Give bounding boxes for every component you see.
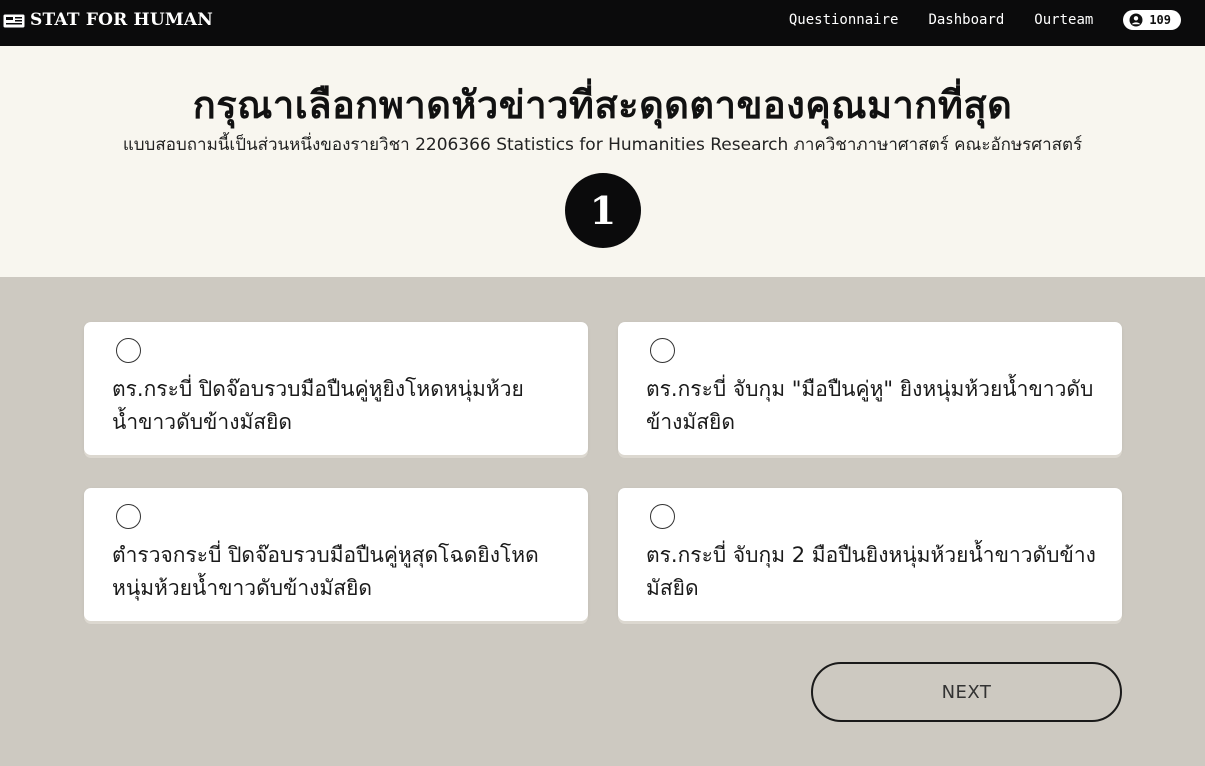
navbar: STAT FOR HUMAN Questionnaire Dashboard O…	[0, 0, 1205, 46]
page-title: กรุณาเลือกพาดหัวข่าวที่สะดุดตาของคุณมากท…	[192, 82, 1013, 127]
option-text-1: ตร.กระบี่ ปิดจ๊อบรวบมือปืนคู่หูยิงโหดหนุ…	[112, 377, 524, 434]
option-card-1[interactable]: ตร.กระบี่ ปิดจ๊อบรวบมือปืนคู่หูยิงโหดหนุ…	[84, 322, 588, 455]
user-circle-icon	[1129, 13, 1143, 27]
question-number-badge: 1	[565, 173, 641, 248]
brand-name: STAT FOR HUMAN	[30, 10, 213, 30]
page-subtitle: แบบสอบถามนี้เป็นส่วนหนึ่งของรายวิชา 2206…	[122, 135, 1083, 155]
option-radio-3[interactable]	[116, 504, 141, 529]
next-button[interactable]: NEXT	[811, 662, 1122, 722]
option-card-2[interactable]: ตร.กระบี่ จับกุม "มือปืนคู่หู" ยิงหนุ่มห…	[618, 322, 1122, 455]
visitor-count: 109	[1149, 13, 1171, 27]
option-text-4: ตร.กระบี่ จับกุม 2 มือปืนยิงหนุ่มห้วยน้ำ…	[646, 543, 1096, 600]
nav-link-ourteam[interactable]: Ourteam	[1034, 12, 1093, 28]
nav-links: Questionnaire Dashboard Ourteam 109	[759, 9, 1181, 31]
question-header: กรุณาเลือกพาดหัวข่าวที่สะดุดตาของคุณมากท…	[0, 46, 1205, 277]
option-radio-1[interactable]	[116, 338, 141, 363]
nav-link-questionnaire[interactable]: Questionnaire	[789, 12, 899, 28]
nav-link-dashboard[interactable]: Dashboard	[928, 12, 1004, 28]
option-radio-2[interactable]	[650, 338, 675, 363]
brand-link[interactable]: STAT FOR HUMAN	[3, 8, 213, 32]
option-card-3[interactable]: ตำรวจกระบี่ ปิดจ๊อบรวบมือปืนคู่หูสุดโฉดย…	[84, 488, 588, 621]
option-card-4[interactable]: ตร.กระบี่ จับกุม 2 มือปืนยิงหนุ่มห้วยน้ำ…	[618, 488, 1122, 621]
option-text-3: ตำรวจกระบี่ ปิดจ๊อบรวบมือปืนคู่หูสุดโฉดย…	[112, 543, 539, 600]
option-radio-4[interactable]	[650, 504, 675, 529]
option-text-2: ตร.กระบี่ จับกุม "มือปืนคู่หู" ยิงหนุ่มห…	[646, 377, 1094, 434]
newspaper-icon	[3, 13, 25, 28]
visitor-counter-badge: 109	[1123, 10, 1181, 30]
